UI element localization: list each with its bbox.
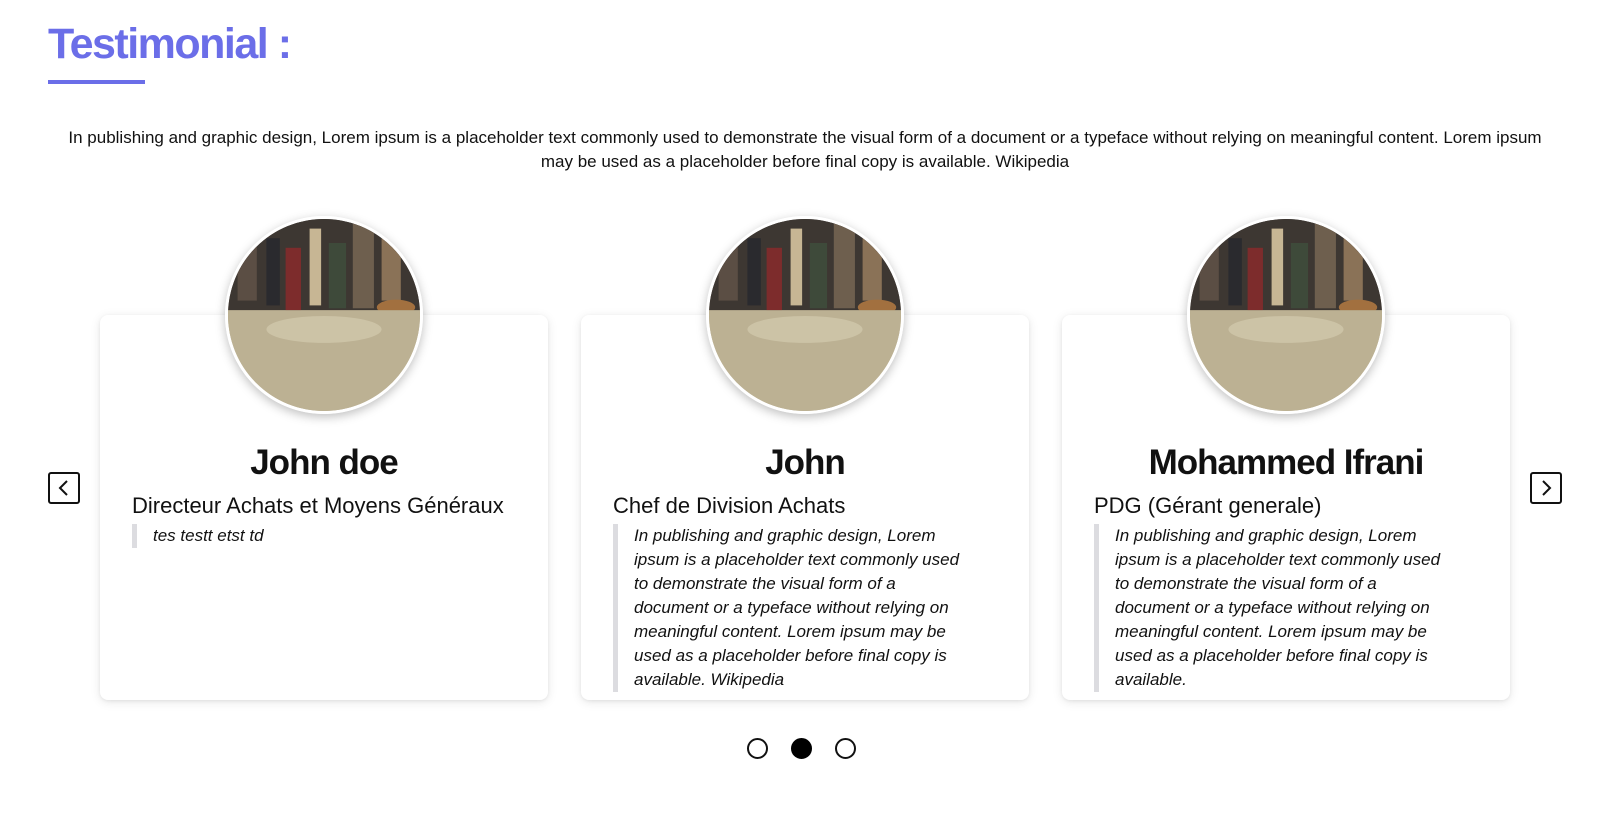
avatar	[1187, 216, 1385, 414]
chevron-left-icon	[58, 480, 68, 496]
testimonial-name: John doe	[250, 443, 399, 482]
carousel-dot-3[interactable]	[835, 738, 856, 759]
carousel-next-button[interactable]	[1530, 472, 1562, 504]
section-intro: In publishing and graphic design, Lorem …	[68, 128, 1542, 171]
testimonial-role: Directeur Achats et Moyens Généraux	[132, 493, 504, 518]
carousel-pagination	[747, 738, 856, 759]
testimonial-name: John	[765, 443, 846, 482]
testimonial-quote: In publishing and graphic design, Lorem …	[1094, 524, 1454, 692]
avatar	[706, 216, 904, 414]
carousel-dot-1[interactable]	[747, 738, 768, 759]
testimonial-card: Mohammed Ifrani PDG (Gérant generale) In…	[1062, 216, 1510, 700]
testimonial-name: Mohammed Ifrani	[1148, 443, 1425, 482]
section-heading: Testimonial :	[48, 20, 292, 68]
chevron-right-icon	[1542, 480, 1552, 496]
avatar	[225, 216, 423, 414]
testimonial-card: John Chef de Division Achats In publishi…	[581, 216, 1029, 700]
testimonial-section: Testimonial : In publishing and graphic …	[0, 0, 1609, 829]
carousel-dot-2[interactable]	[791, 738, 812, 759]
testimonial-quote: In publishing and graphic design, Lorem …	[613, 524, 973, 692]
testimonial-card: John doe Directeur Achats et Moyens Géné…	[100, 216, 548, 700]
testimonial-quote: tes testt etst td	[132, 524, 492, 548]
heading-underline	[48, 80, 145, 84]
testimonial-role: PDG (Gérant generale)	[1094, 493, 1322, 518]
carousel-prev-button[interactable]	[48, 472, 80, 504]
testimonial-role: Chef de Division Achats	[613, 493, 846, 518]
